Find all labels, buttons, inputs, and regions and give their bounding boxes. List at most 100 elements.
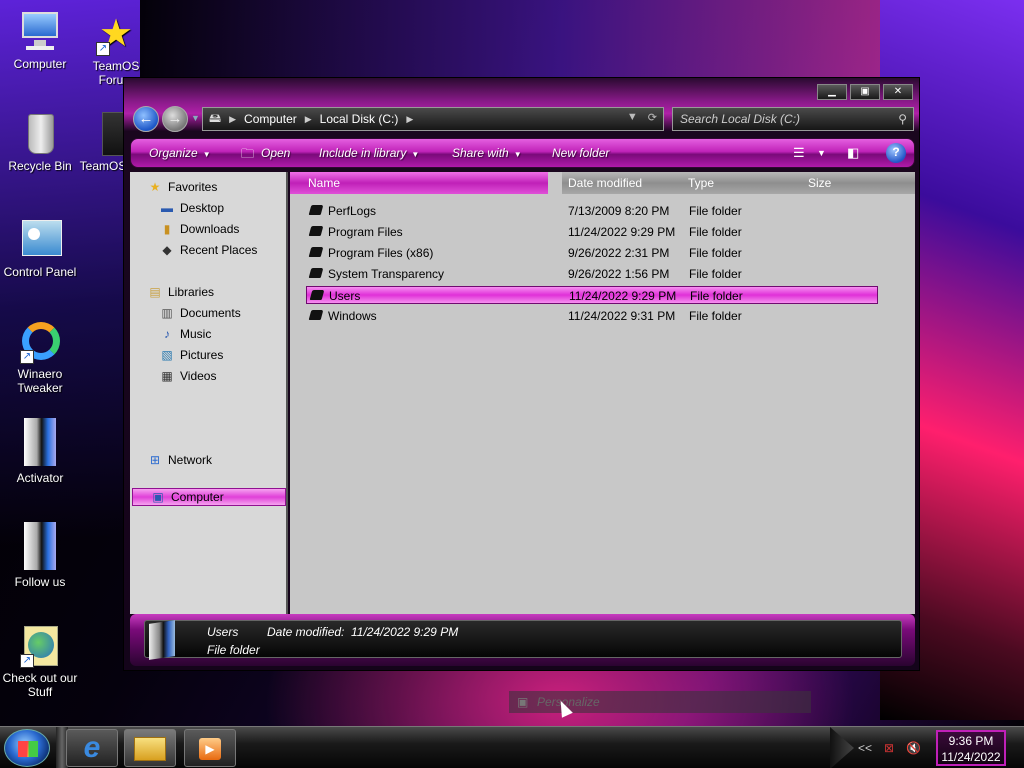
nav-pictures[interactable]: ▧ Pictures bbox=[160, 348, 223, 362]
nav-favorites[interactable]: ★ Favorites bbox=[148, 180, 218, 194]
minimize-button[interactable]: ▁ bbox=[817, 84, 847, 100]
file-list: Name Date modified Type Size PerfLogs 7/… bbox=[290, 172, 915, 614]
personalize-menu-item[interactable]: ▣ Personalize bbox=[509, 691, 811, 713]
column-header-date[interactable]: Date modified bbox=[568, 172, 642, 194]
media-player-icon: ▶ bbox=[199, 738, 221, 760]
column-header-size[interactable]: Size bbox=[808, 172, 831, 194]
start-button[interactable] bbox=[4, 729, 50, 767]
include-in-library-button[interactable]: Include in library ▼ bbox=[319, 146, 419, 160]
nav-network[interactable]: ⊞ Network bbox=[148, 453, 212, 467]
network-status-icon[interactable]: ⊠ bbox=[884, 741, 894, 755]
taskbar-file-explorer[interactable] bbox=[124, 729, 176, 767]
help-button[interactable]: ? bbox=[886, 143, 906, 163]
refresh-icon[interactable]: ⟳ bbox=[648, 111, 657, 124]
search-input[interactable]: Search Local Disk (C:) ⚲ bbox=[672, 107, 914, 131]
breadcrumb-separator-icon[interactable]: ▶ bbox=[305, 114, 312, 125]
control-panel-icon bbox=[18, 218, 62, 262]
desktop-icon-winaero-tweaker[interactable]: ↗ Winaero Tweaker bbox=[0, 320, 80, 395]
folder-icon bbox=[308, 226, 324, 236]
taskbar-clock[interactable]: 9:36 PM 11/24/2022 bbox=[936, 730, 1006, 766]
winaero-icon: ↗ bbox=[18, 320, 62, 364]
documents-icon: ▥ bbox=[161, 306, 173, 320]
address-bar[interactable]: 🖴 ▶ Computer ▶ Local Disk (C:) ▶ ▼ ⟳ bbox=[202, 107, 664, 131]
list-item[interactable]: Program Files (x86) 9/26/2022 2:31 PM Fi… bbox=[306, 244, 878, 262]
clock-time: 9:36 PM bbox=[948, 734, 994, 748]
breadcrumb-separator-icon[interactable]: ▶ bbox=[229, 114, 236, 125]
list-item[interactable]: Program Files 11/24/2022 9:29 PM File fo… bbox=[306, 223, 878, 241]
network-icon: ⊞ bbox=[149, 453, 161, 467]
details-date-value: 11/24/2022 9:29 PM bbox=[351, 625, 459, 639]
desktop-icon-follow-us[interactable]: Follow us bbox=[0, 522, 80, 589]
recycle-bin-icon bbox=[18, 112, 62, 156]
list-item-selected[interactable]: Users 11/24/2022 9:29 PM File folder bbox=[306, 286, 878, 304]
nav-libraries[interactable]: ▤ Libraries bbox=[148, 285, 214, 299]
desktop-icon-activator[interactable]: Activator bbox=[0, 418, 80, 485]
close-button[interactable]: ✕ bbox=[883, 84, 913, 100]
volume-muted-icon[interactable]: 🔇 bbox=[906, 741, 921, 755]
nav-documents[interactable]: ▥ Documents bbox=[160, 306, 240, 320]
system-tray: << ⊠ 🔇 bbox=[842, 727, 921, 768]
clock-date: 11/24/2022 bbox=[941, 750, 1001, 764]
recent-places-icon: ◆ bbox=[162, 243, 172, 257]
folder-icon bbox=[308, 268, 324, 278]
desktop-icon-teamos-forum[interactable]: ★ ↗ TeamOS Forum bbox=[76, 12, 156, 87]
desktop-icon-recycle-bin[interactable]: Recycle Bin bbox=[0, 112, 80, 173]
back-button[interactable]: ← bbox=[133, 106, 159, 132]
shortcut-arrow-icon: ↗ bbox=[20, 654, 34, 668]
preview-pane-icon[interactable]: ◧ bbox=[847, 145, 859, 161]
details-name: Users bbox=[207, 625, 239, 639]
folder-icon bbox=[308, 247, 324, 257]
column-header-type[interactable]: Type bbox=[688, 172, 714, 194]
open-button[interactable]: Open bbox=[261, 146, 290, 160]
breadcrumb-separator-icon[interactable]: ▶ bbox=[406, 114, 413, 125]
taskbar-internet-explorer[interactable]: e bbox=[66, 729, 118, 767]
pictures-icon: ▧ bbox=[161, 348, 173, 362]
folder-thumbnail-icon bbox=[149, 620, 175, 660]
list-item[interactable]: PerfLogs 7/13/2009 8:20 PM File folder bbox=[306, 202, 878, 220]
nav-desktop[interactable]: ▬ Desktop bbox=[160, 201, 224, 215]
desktop-icon-check-out-our-stuff[interactable]: ↗ Check out our Stuff bbox=[0, 624, 80, 699]
recent-pages-dropdown-icon[interactable]: ▼ bbox=[191, 113, 200, 123]
address-dropdown-icon[interactable]: ▼ bbox=[627, 111, 638, 124]
activator-icon bbox=[18, 418, 62, 468]
new-folder-button[interactable]: New folder bbox=[552, 146, 609, 160]
desktop-icon: ▬ bbox=[161, 201, 173, 215]
nav-downloads[interactable]: ▮ Downloads bbox=[160, 222, 240, 236]
column-header-name[interactable]: Name bbox=[290, 172, 548, 194]
nav-computer[interactable]: ▣ Computer bbox=[132, 488, 286, 506]
list-item[interactable]: System Transparency 9/26/2022 1:56 PM Fi… bbox=[306, 265, 878, 283]
globe-icon: ↗ bbox=[18, 624, 62, 668]
view-options-icon[interactable]: ☰ bbox=[793, 145, 805, 161]
maximize-button[interactable]: ▣ bbox=[850, 84, 880, 100]
share-with-button[interactable]: Share with ▼ bbox=[452, 146, 522, 160]
view-dropdown-icon[interactable]: ▼ bbox=[817, 148, 826, 158]
list-item[interactable]: Windows 11/24/2022 9:31 PM File folder bbox=[306, 307, 878, 325]
desktop-icon-control-panel[interactable]: Control Panel bbox=[0, 218, 80, 279]
videos-icon: ▦ bbox=[161, 369, 173, 383]
search-icon[interactable]: ⚲ bbox=[898, 108, 907, 130]
follow-icon bbox=[18, 522, 62, 572]
details-type: File folder bbox=[207, 643, 260, 657]
drive-icon: 🖴 bbox=[209, 110, 222, 125]
taskbar: e ▶ << ⊠ 🔇 9:36 PM 11/24/2022 bbox=[0, 726, 1024, 768]
breadcrumb-computer[interactable]: Computer bbox=[244, 112, 297, 126]
desktop-icon-computer[interactable]: Computer bbox=[0, 10, 80, 71]
nav-recent-places[interactable]: ◆ Recent Places bbox=[160, 243, 257, 257]
nav-videos[interactable]: ▦ Videos bbox=[160, 369, 216, 383]
command-bar: Organize ▼ 🗀 Open Include in library ▼ Sha… bbox=[130, 138, 915, 168]
file-explorer-icon bbox=[134, 737, 166, 761]
folder-icon bbox=[309, 290, 325, 300]
show-hidden-icons-button[interactable]: << bbox=[858, 741, 872, 755]
explorer-window[interactable]: ▁ ▣ ✕ ← → ▼ 🖴 ▶ Computer ▶ Local Disk (C… bbox=[123, 77, 920, 671]
organize-button[interactable]: Organize ▼ bbox=[149, 146, 211, 160]
nav-music[interactable]: ♪ Music bbox=[160, 327, 211, 341]
breadcrumb-local-disk[interactable]: Local Disk (C:) bbox=[320, 112, 399, 126]
forward-button[interactable]: → bbox=[162, 106, 188, 132]
shortcut-arrow-icon: ↗ bbox=[96, 42, 110, 56]
details-pane: Users Date modified: 11/24/2022 9:29 PM … bbox=[130, 614, 915, 666]
desktop-icon-teamos[interactable]: TeamOS bbox=[78, 112, 128, 173]
taskbar-media-player[interactable]: ▶ bbox=[184, 729, 236, 767]
personalize-icon: ▣ bbox=[517, 695, 529, 709]
libraries-icon: ▤ bbox=[149, 285, 161, 299]
folder-icon bbox=[308, 205, 324, 215]
